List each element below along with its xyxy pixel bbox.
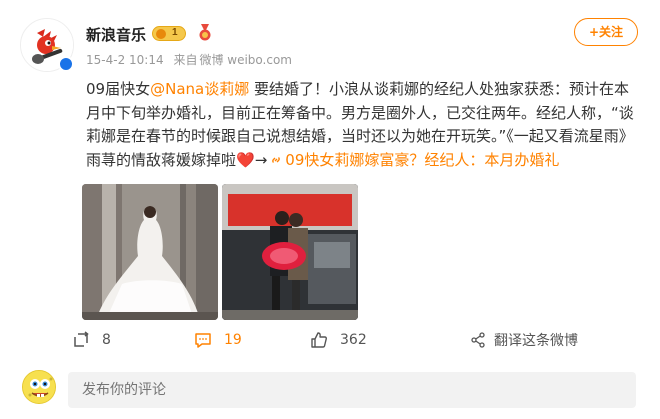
post-time[interactable]: 15-4-2 10:14 bbox=[86, 53, 164, 67]
weibo-post: 新浪音乐 1 15-4-2 10:14 来自 微博 weibo.com +关注 0… bbox=[0, 0, 660, 419]
comment-composer bbox=[0, 368, 660, 413]
like-button[interactable]: 362 bbox=[310, 327, 367, 353]
repost-count: 8 bbox=[102, 332, 111, 348]
translate-button[interactable]: 翻译这条微博 bbox=[470, 327, 578, 353]
author-name[interactable]: 新浪音乐 bbox=[86, 24, 146, 45]
level-number: 1 bbox=[172, 27, 178, 38]
article-link-text: 09快女莉娜嫁富豪？经纪人：本月办婚礼 bbox=[285, 150, 560, 169]
share-icon bbox=[471, 332, 485, 348]
crown-icon bbox=[156, 29, 166, 39]
level-badge: 1 bbox=[152, 26, 186, 41]
follow-button[interactable]: +关注 bbox=[574, 18, 638, 46]
user-avatar[interactable] bbox=[22, 370, 56, 404]
medal-icon bbox=[199, 24, 211, 41]
comment-count: 19 bbox=[224, 332, 242, 348]
translate-label: 翻译这条微博 bbox=[494, 333, 578, 349]
comment-input[interactable] bbox=[68, 372, 636, 408]
link-icon bbox=[272, 156, 281, 163]
post-meta: 15-4-2 10:14 来自 微博 weibo.com bbox=[86, 51, 298, 68]
spongebob-avatar-icon bbox=[23, 371, 55, 403]
couple-image bbox=[222, 184, 358, 320]
heart-emoji: ❤️ bbox=[236, 150, 255, 169]
source-prefix: 来自 bbox=[173, 53, 198, 67]
repost-icon bbox=[74, 331, 89, 347]
post-image-2[interactable] bbox=[222, 184, 358, 320]
thumbs-up-icon bbox=[311, 332, 327, 348]
like-count: 362 bbox=[340, 332, 367, 348]
post-source: 微博 weibo.com bbox=[199, 53, 292, 67]
bride-image bbox=[82, 184, 218, 320]
repost-button[interactable]: 8 bbox=[72, 327, 111, 353]
arrow-text: → bbox=[254, 150, 268, 169]
comment-button[interactable]: 19 bbox=[194, 327, 242, 353]
comment-icon bbox=[195, 333, 211, 348]
mention-link[interactable]: @Nana谈莉娜 bbox=[150, 80, 249, 98]
post-image-1[interactable] bbox=[82, 184, 218, 320]
post-content: 09届快女@Nana谈莉娜 要结婚了！小浪从谈莉娜的经纪人处独家获悉：预计在本月… bbox=[86, 78, 642, 172]
verified-badge-icon bbox=[58, 56, 74, 72]
article-link[interactable]: 09快女莉娜嫁富豪？经纪人：本月办婚礼 bbox=[267, 151, 559, 169]
action-bar: 8 19 362 翻译这条微博 bbox=[0, 327, 660, 353]
content-text-1: 09届快女 bbox=[86, 80, 151, 98]
